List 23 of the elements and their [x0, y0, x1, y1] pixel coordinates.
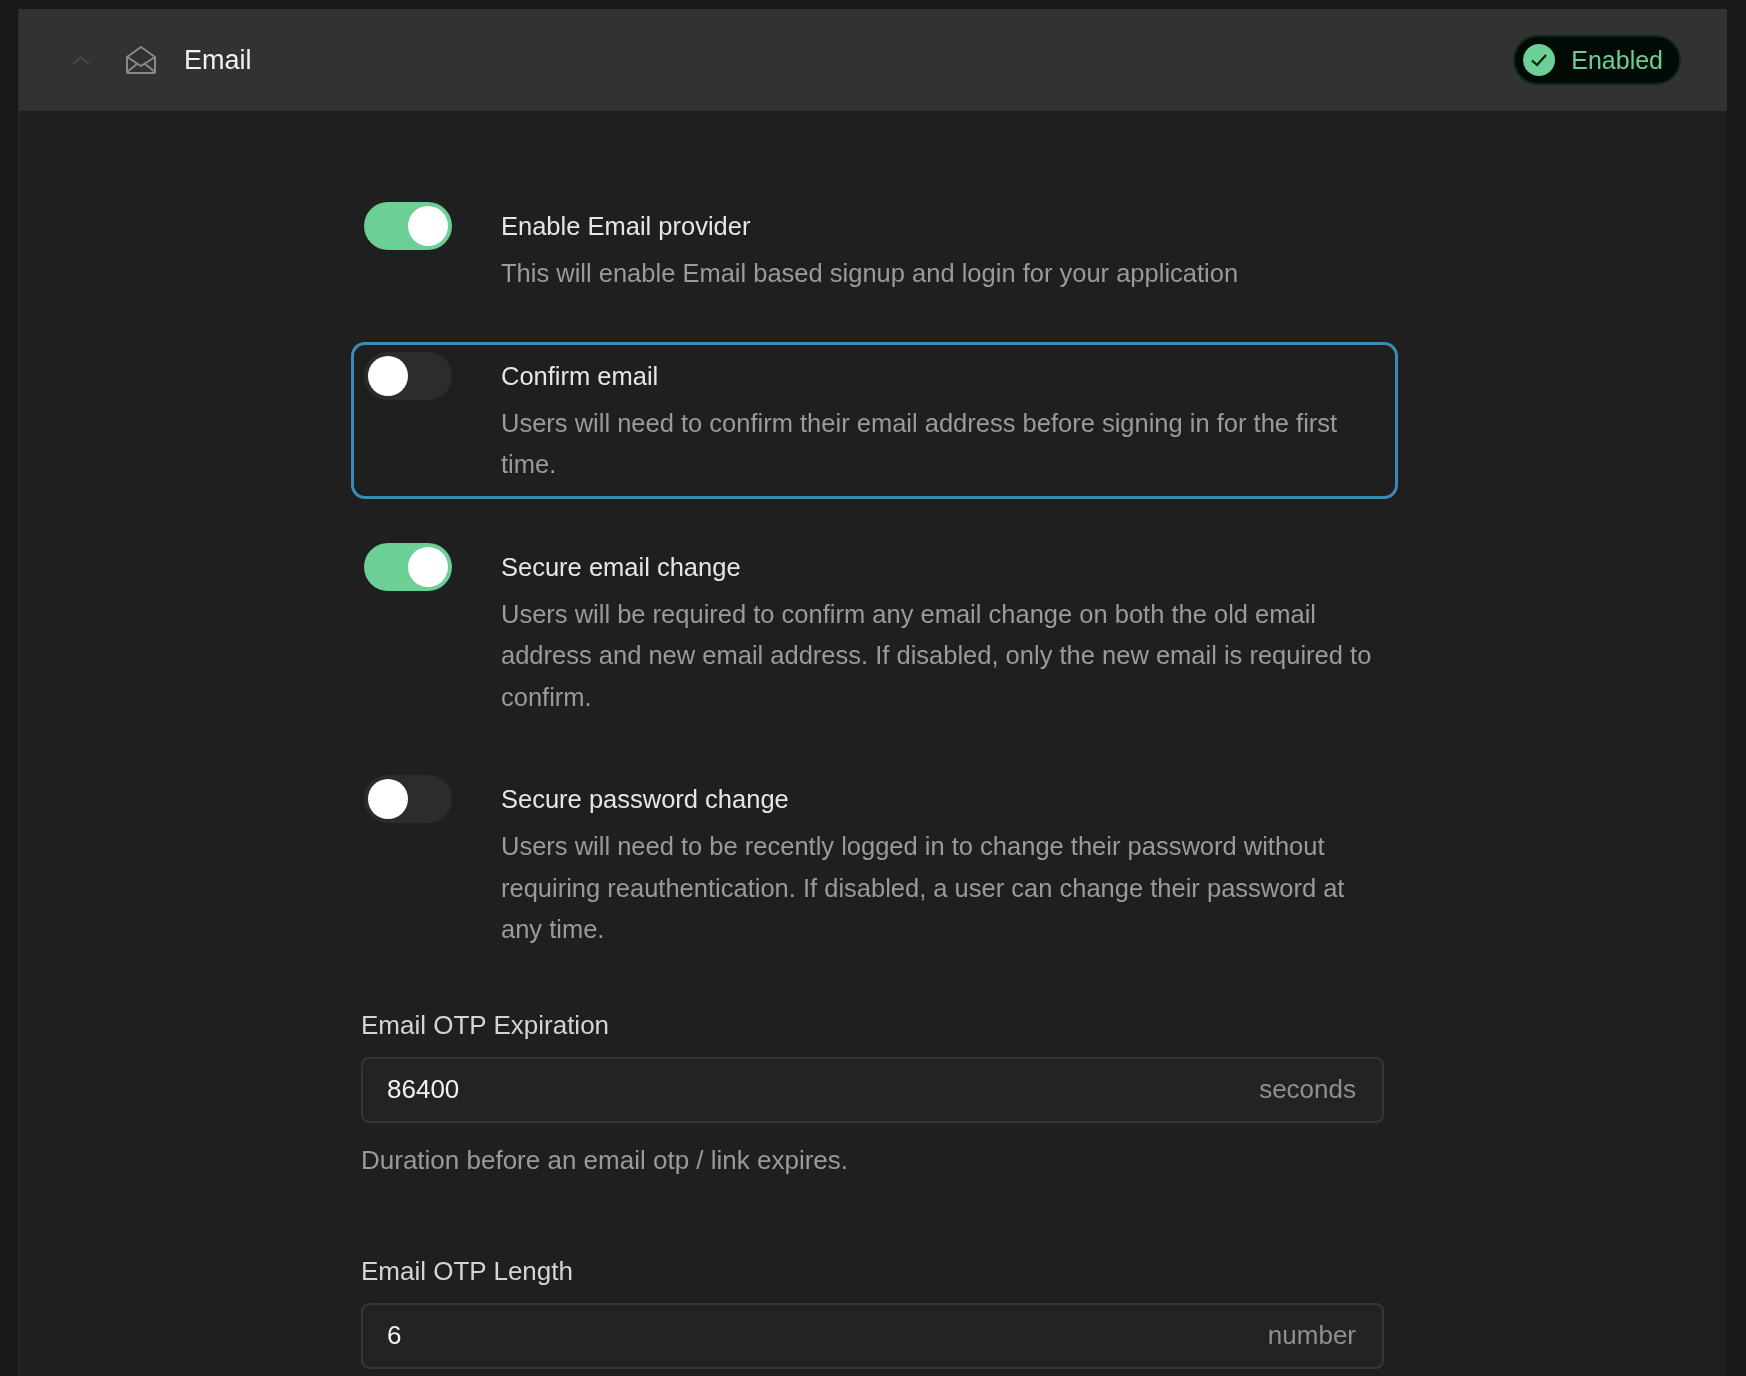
setting-title: Enable Email provider: [501, 211, 752, 242]
setting-title: Confirm email: [501, 360, 660, 392]
setting-description: This will enable Email based signup and login for your application: [501, 258, 1240, 289]
toggle-switch[interactable]: [364, 351, 452, 400]
setting-description: Users will be required to confirm any email change on both the old email address and new email address. If disabled, only the new email is required to confirm.: [501, 598, 1373, 713]
check-icon: [1523, 44, 1556, 76]
input-field[interactable]: 6 number: [361, 1302, 1384, 1369]
toggle-switch[interactable]: [364, 202, 452, 250]
field-help: Duration before an email otp / link expires.: [361, 1144, 850, 1175]
setting-description: Users will need to be recently logged in to change their password without requiring reauthentication. If disabled, a user can change their password at any time.: [501, 831, 1346, 945]
toggle-switch[interactable]: [364, 775, 452, 823]
field-label: Email OTP Expiration: [361, 1009, 611, 1040]
field-label: Email OTP Length: [361, 1255, 574, 1286]
unit-label: number: [1267, 1320, 1356, 1351]
setting-title: Secure email change: [501, 551, 742, 583]
section-title: Email: [184, 44, 253, 76]
unit-label: seconds: [1259, 1074, 1356, 1105]
status-badge: Enabled: [1513, 35, 1681, 85]
envelope-icon: [125, 45, 157, 75]
toggle-switch[interactable]: [364, 542, 452, 591]
input-field[interactable]: 86400 seconds: [361, 1056, 1384, 1123]
setting-description: Users will need to confirm their email address before signing in for the first time.: [501, 407, 1339, 480]
setting-title: Secure password change: [501, 784, 790, 815]
